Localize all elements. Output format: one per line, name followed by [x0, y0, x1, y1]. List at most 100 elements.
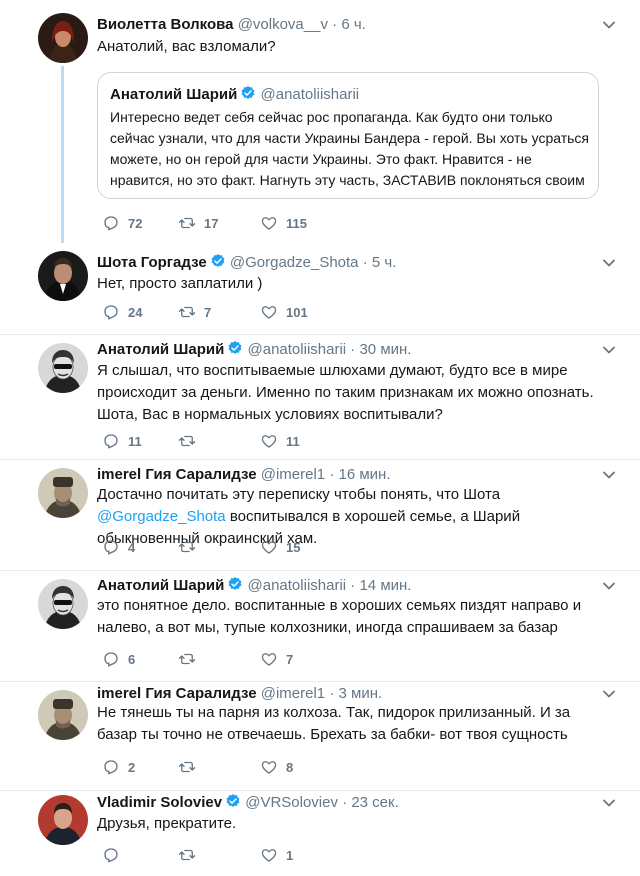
reply-button[interactable]: 4: [102, 538, 135, 558]
retweet-count: 17: [204, 216, 219, 231]
retweet-count: 7: [204, 305, 212, 320]
user-handle[interactable]: @VRSoloviev: [245, 794, 338, 811]
user-handle[interactable]: @imerel1: [261, 466, 325, 483]
verified-badge-icon: [225, 793, 241, 809]
chevron-down-icon[interactable]: [602, 796, 616, 810]
timestamp[interactable]: 16 мин.: [339, 466, 391, 483]
reply-icon: [102, 650, 120, 668]
chevron-down-icon[interactable]: [602, 687, 616, 701]
heart-icon: [260, 538, 278, 556]
reply-count: 72: [128, 216, 143, 231]
tweet-header: Шота Горгадзе @Gorgadze_Shota · 5 ч.: [97, 253, 396, 273]
like-count: 11: [286, 434, 300, 449]
chevron-down-icon[interactable]: [602, 343, 616, 357]
reply-button[interactable]: 6: [102, 650, 135, 670]
reply-icon: [102, 214, 120, 232]
timestamp[interactable]: 3 мин.: [339, 685, 383, 702]
chevron-down-icon[interactable]: [602, 256, 616, 270]
quoted-tweet[interactable]: Анатолий Шарий @anatoliisharii Интересно…: [97, 72, 599, 199]
reply-count: 24: [128, 305, 143, 320]
tweet-text: это понятное дело. воспитанные в хороших…: [97, 597, 582, 636]
timestamp[interactable]: 6 ч.: [341, 16, 366, 33]
reply-icon: [102, 758, 120, 776]
timestamp[interactable]: 14 мин.: [359, 577, 411, 594]
reply-button[interactable]: 72: [102, 214, 142, 234]
tweet-sharii-2[interactable]: Анатолий Шарий @anatoliisharii · 14 мин.…: [0, 571, 640, 681]
timestamp[interactable]: 5 ч.: [372, 254, 397, 271]
like-count: 1: [286, 848, 294, 863]
verified-badge-icon: [227, 340, 243, 356]
user-handle[interactable]: @anatoliisharii: [248, 577, 347, 594]
user-handle[interactable]: @imerel1: [261, 685, 325, 702]
tweet-sharii[interactable]: Анатолий Шарий @anatoliisharii · 30 мин.…: [0, 335, 640, 459]
tweet-text: Не тянешь ты на парня из колхоза. Так, п…: [97, 704, 571, 743]
retweet-icon: [178, 758, 196, 776]
avatar[interactable]: [38, 251, 88, 301]
separator-dot: ·: [342, 794, 348, 811]
like-button[interactable]: 7: [260, 650, 293, 670]
avatar[interactable]: [38, 795, 88, 845]
separator-dot: ·: [332, 16, 338, 33]
display-name[interactable]: Виолетта Волкова: [97, 16, 234, 33]
retweet-button[interactable]: [178, 538, 204, 558]
tweet-header: Vladimir Soloviev @VRSoloviev · 23 сек.: [97, 793, 399, 813]
avatar[interactable]: [38, 13, 88, 63]
reply-count: 11: [128, 434, 142, 449]
like-count: 115: [286, 216, 307, 231]
user-handle[interactable]: @Gorgadze_Shota: [230, 254, 359, 271]
tweet-header: imerel Гия Саралидзе @imerel1 · 16 мин.: [97, 465, 391, 485]
display-name[interactable]: Шота Горгадзе: [97, 254, 207, 271]
tweet-header: Анатолий Шарий @anatoliisharii · 14 мин.: [97, 576, 411, 596]
like-count: 101: [286, 305, 308, 320]
display-name[interactable]: Анатолий Шарий: [97, 341, 224, 358]
retweet-icon: [178, 303, 196, 321]
separator-dot: ·: [350, 341, 356, 358]
retweet-button[interactable]: [178, 650, 204, 670]
like-button[interactable]: 115: [260, 214, 307, 234]
user-handle[interactable]: @volkova__v: [238, 16, 328, 33]
heart-icon: [260, 650, 278, 668]
user-handle[interactable]: @anatoliisharii: [248, 341, 347, 358]
reply-button[interactable]: 2: [102, 758, 135, 778]
tweet-text: Анатолий, вас взломали?: [97, 38, 276, 55]
avatar[interactable]: [38, 468, 88, 518]
retweet-button[interactable]: 17: [178, 214, 218, 234]
tweet-gorgadze[interactable]: Шота Горгадзе @Gorgadze_Shota · 5 ч. Нет…: [0, 243, 640, 335]
reply-button[interactable]: [102, 846, 128, 866]
avatar[interactable]: [38, 690, 88, 740]
tweet-volkova[interactable]: Виолетта Волкова @volkova__v · 6 ч. Анат…: [0, 0, 640, 243]
reply-icon: [102, 432, 120, 450]
retweet-button[interactable]: [178, 758, 204, 778]
separator-dot: ·: [329, 685, 335, 702]
timestamp[interactable]: 30 мин.: [359, 341, 411, 358]
like-button[interactable]: 11: [260, 432, 300, 452]
timestamp[interactable]: 23 сек.: [351, 794, 398, 811]
display-name[interactable]: Анатолий Шарий: [97, 577, 224, 594]
like-button[interactable]: 15: [260, 538, 300, 558]
separator-dot: ·: [350, 577, 356, 594]
tweet-imerel-2[interactable]: imerel Гия Саралидзе @imerel1 · 3 мин. Н…: [0, 682, 640, 790]
quoted-tweet-header: Анатолий Шарий @anatoliisharii: [110, 85, 359, 105]
like-button[interactable]: 8: [260, 758, 293, 778]
like-button[interactable]: 1: [260, 846, 293, 866]
chevron-down-icon[interactable]: [602, 18, 616, 32]
reply-button[interactable]: 24: [102, 303, 142, 323]
avatar[interactable]: [38, 579, 88, 629]
chevron-down-icon[interactable]: [602, 579, 616, 593]
like-button[interactable]: 101: [260, 303, 308, 323]
display-name[interactable]: Vladimir Soloviev: [97, 794, 222, 811]
avatar[interactable]: [38, 343, 88, 393]
like-count: 15: [286, 540, 301, 555]
mention-link[interactable]: @Gorgadze_Shota: [97, 508, 226, 525]
display-name[interactable]: imerel Гия Саралидзе: [97, 466, 257, 483]
retweet-button[interactable]: 7: [178, 303, 211, 323]
reply-button[interactable]: 11: [102, 432, 142, 452]
chevron-down-icon[interactable]: [602, 468, 616, 482]
display-name[interactable]: imerel Гия Саралидзе: [97, 685, 257, 702]
tweet-imerel[interactable]: imerel Гия Саралидзе @imerel1 · 16 мин. …: [0, 460, 640, 570]
retweet-button[interactable]: [178, 432, 204, 452]
quoted-tweet-text: Интересно ведет себя сейчас рос пропаган…: [110, 109, 590, 188]
tweet-soloviev[interactable]: Vladimir Soloviev @VRSoloviev · 23 сек. …: [0, 791, 640, 876]
retweet-button[interactable]: [178, 846, 204, 866]
tweet-text: Друзья, прекратите.: [97, 815, 237, 832]
